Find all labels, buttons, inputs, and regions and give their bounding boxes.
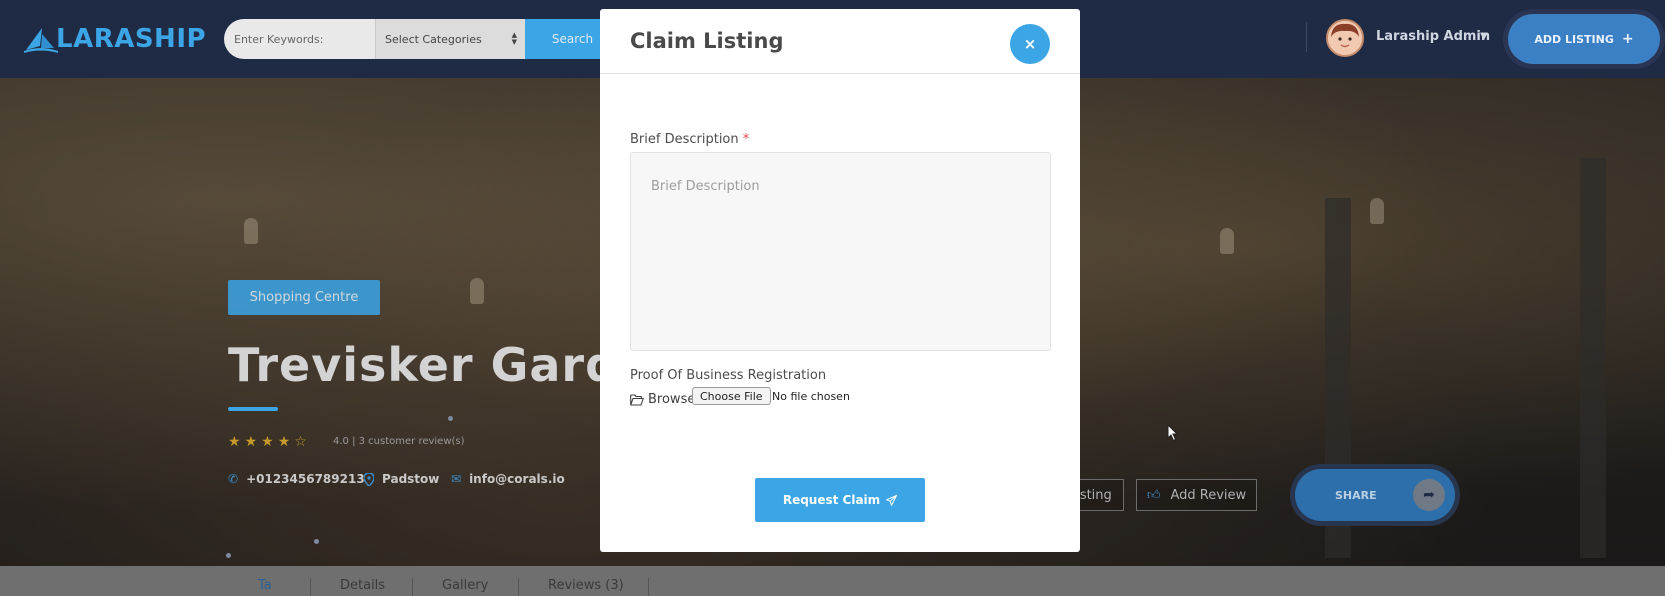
envelope-icon: ✉	[451, 472, 462, 486]
description-label: Brief Description *	[630, 132, 749, 147]
modal-title: Claim Listing	[630, 29, 784, 53]
header-search: Select Categories ▲▼ Search	[224, 19, 620, 59]
phone-icon: ✆	[228, 472, 239, 486]
avatar-face-icon	[1328, 21, 1362, 55]
tab-gallery[interactable]: Gallery	[442, 578, 488, 593]
decor-dot	[448, 416, 453, 421]
request-claim-label: Request Claim	[782, 493, 881, 507]
contact-location[interactable]: Padstow	[364, 472, 439, 486]
decor-dot	[314, 539, 319, 544]
map-pin-icon	[364, 472, 374, 486]
file-status: No file chosen	[772, 390, 850, 403]
user-name[interactable]: Laraship Admin	[1376, 29, 1490, 44]
browse-text: Browse	[648, 392, 696, 407]
logo-sail-icon	[24, 28, 58, 53]
contact-phone[interactable]: ✆ +0123456789213	[228, 472, 365, 486]
request-claim-button[interactable]: Request Claim	[755, 478, 925, 522]
listing-tabs: Ta Details Gallery Reviews (3)	[0, 566, 1665, 596]
tab-top[interactable]: Ta	[258, 578, 272, 593]
add-listing-button[interactable]: ADD LISTING +	[1508, 14, 1660, 64]
tab-reviews[interactable]: Reviews (3)	[548, 578, 624, 593]
plus-icon: +	[1621, 31, 1634, 47]
paper-plane-icon	[886, 494, 898, 506]
close-icon: ×	[1023, 35, 1037, 53]
category-tag[interactable]: Shopping Centre	[228, 280, 380, 315]
decor-dot	[226, 553, 231, 558]
mouse-cursor-icon	[1167, 424, 1179, 442]
avatar[interactable]	[1326, 19, 1364, 57]
add-review-label: Add Review	[1170, 487, 1247, 503]
phone-text: +0123456789213	[246, 472, 365, 486]
claim-listing-modal: Claim Listing × Brief Description * Proo…	[600, 9, 1080, 552]
tab-divider	[518, 578, 519, 596]
star-empty-icon: ☆	[294, 434, 311, 450]
choose-file-button[interactable]: Choose File	[692, 387, 771, 405]
browse-label[interactable]: Browse	[630, 392, 695, 407]
keywords-input[interactable]	[224, 19, 375, 59]
chevron-down-icon[interactable]: ▼	[1480, 31, 1488, 42]
location-text: Padstow	[382, 472, 440, 486]
description-textarea[interactable]	[630, 152, 1051, 351]
modal-header: Claim Listing ×	[600, 9, 1080, 74]
tab-divider	[412, 578, 413, 596]
proof-label: Proof Of Business Registration	[630, 368, 827, 383]
rating-stars: ★★★★☆	[228, 434, 311, 450]
site-logo[interactable]: LARASHIP	[24, 22, 206, 56]
title-underline	[228, 407, 278, 411]
star-filled-icon: ★	[261, 434, 278, 450]
category-select[interactable]: Select Categories ▲ ▼	[375, 19, 525, 59]
claim-listing-label: isting	[1076, 487, 1112, 503]
header-divider	[1306, 22, 1307, 52]
logo-text: LARASHIP	[56, 24, 207, 54]
share-label: SHARE	[1335, 488, 1377, 502]
thumbs-up-icon: 👍︎	[1146, 487, 1161, 503]
share-button[interactable]: SHARE ➦	[1295, 469, 1455, 521]
add-review-button[interactable]: 👍︎ Add Review	[1136, 479, 1257, 511]
select-arrows-icon: ▲ ▼	[511, 31, 517, 46]
share-arrow-icon: ➦	[1413, 479, 1445, 511]
add-listing-label: ADD LISTING	[1534, 32, 1614, 46]
star-filled-icon: ★	[244, 434, 262, 450]
required-mark: *	[742, 132, 750, 147]
review-count[interactable]: 4.0 | 3 customer review(s)	[333, 436, 465, 447]
description-label-text: Brief Description	[630, 132, 739, 147]
tab-details[interactable]: Details	[340, 578, 385, 593]
star-filled-icon: ★	[277, 434, 295, 450]
close-button[interactable]: ×	[1010, 24, 1050, 64]
email-text: info@corals.io	[469, 472, 565, 486]
star-filled-icon: ★	[228, 434, 245, 450]
tab-divider	[310, 578, 311, 596]
category-select-value: Select Categories	[385, 32, 482, 46]
contact-email[interactable]: ✉ info@corals.io	[451, 472, 565, 486]
folder-open-icon	[630, 393, 644, 406]
tab-divider	[648, 578, 649, 596]
